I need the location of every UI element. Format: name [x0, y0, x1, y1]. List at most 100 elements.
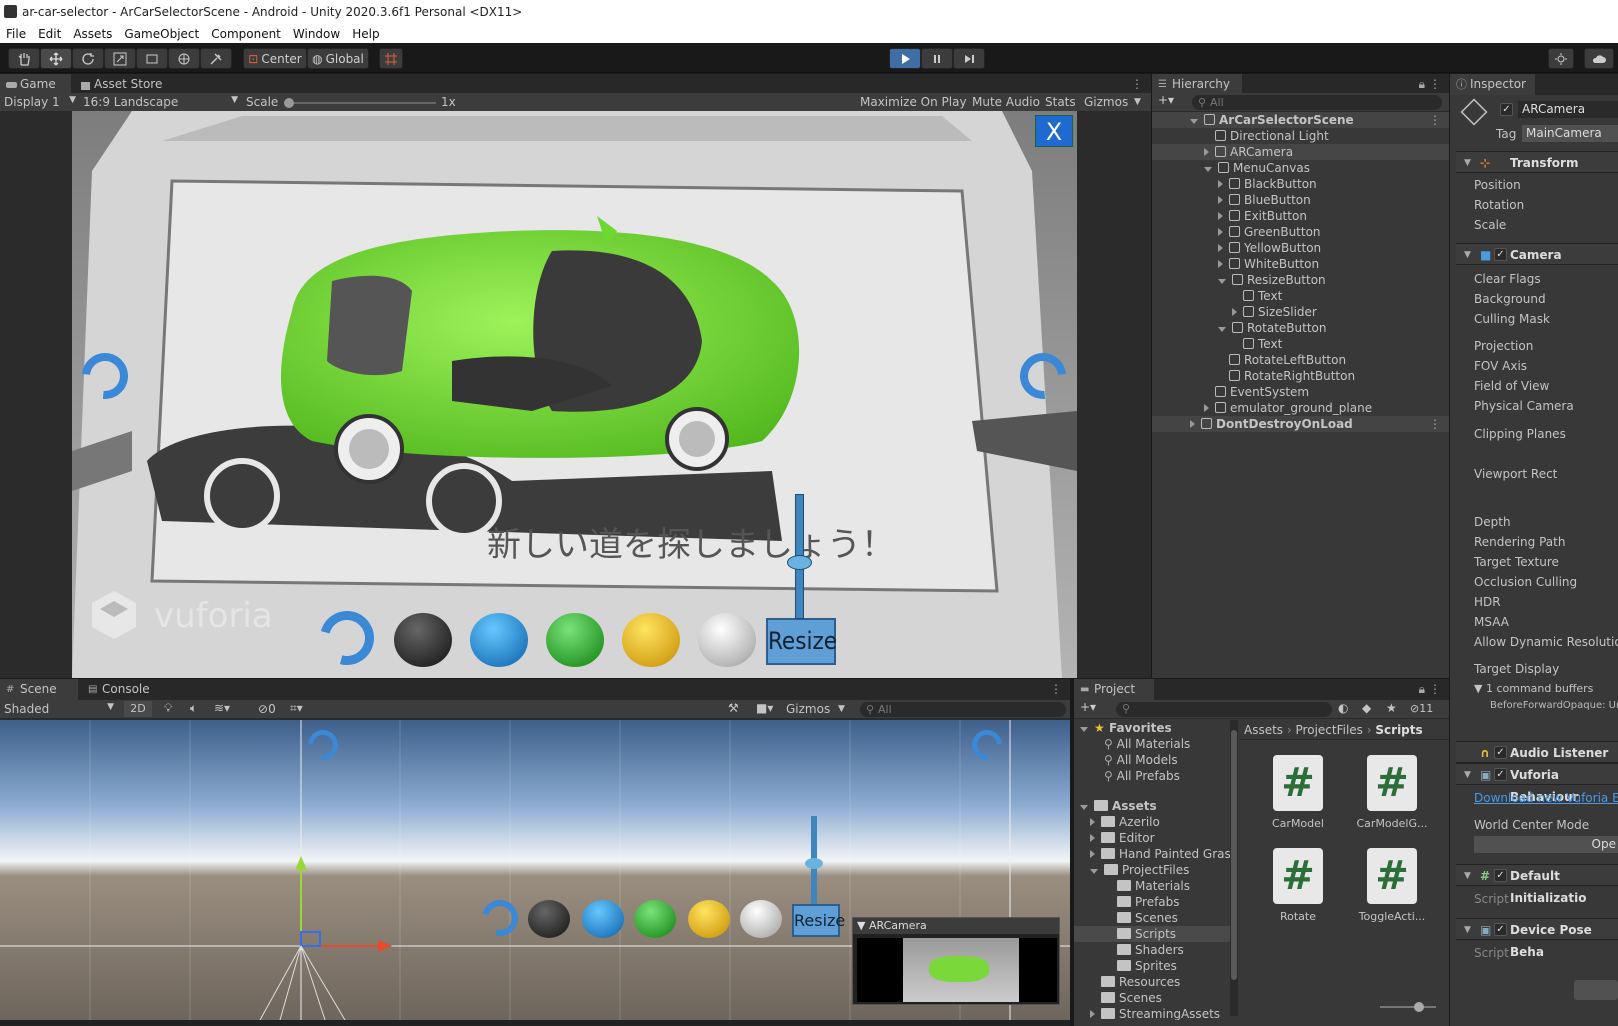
transform-tool-icon[interactable] [168, 48, 200, 69]
display-dropdown[interactable]: Display 1 ▼ [4, 95, 76, 109]
hierarchy-item[interactable]: RotateButton [1152, 320, 1449, 336]
white-color-button[interactable] [698, 613, 756, 667]
expand-arrow-down-icon[interactable] [1190, 119, 1198, 124]
asset-folder-item[interactable]: Editor [1074, 830, 1230, 846]
tab-scene[interactable]: # Scene [0, 679, 78, 700]
tag-dropdown[interactable]: MainCamera [1522, 125, 1618, 142]
black-color-button[interactable] [394, 613, 452, 667]
active-checkbox[interactable]: ✓ [1500, 103, 1513, 116]
add-component-button[interactable] [1574, 980, 1618, 1000]
expand-arrow-down-icon[interactable] [1204, 167, 1212, 172]
2d-toggle[interactable]: 2D [124, 701, 152, 717]
blue-color-button[interactable] [470, 613, 528, 667]
menu-file[interactable]: File [0, 27, 32, 41]
menu-component[interactable]: Component [205, 27, 287, 41]
expand-arrow-right-icon[interactable] [1090, 1010, 1095, 1018]
hierarchy-item[interactable]: ResizeButton [1152, 272, 1449, 288]
grid-snap-icon[interactable] [379, 48, 403, 69]
hierarchy-item[interactable]: ARCamera [1152, 144, 1449, 160]
file-toggleactive[interactable]: ToggleActi... [1344, 910, 1440, 923]
scene-view-viewport[interactable]: Resize ▼ ARCamera [0, 720, 1070, 1020]
tab-console[interactable]: ▤ Console [82, 679, 167, 700]
audio-icon[interactable]: 🔈︎ [190, 701, 197, 716]
maximize-on-play-toggle[interactable]: Maximize On Play [860, 95, 967, 109]
gizmos-dropdown-icon[interactable]: ▼ [1134, 97, 1141, 107]
tab-hierarchy[interactable]: ☰ Hierarchy [1152, 74, 1242, 95]
asset-folder-item[interactable]: Shaders [1074, 942, 1230, 958]
menu-help[interactable]: Help [346, 27, 385, 41]
hierarchy-item[interactable]: EventSystem [1152, 384, 1449, 400]
script-file-icon[interactable]: # [1273, 755, 1323, 811]
hidden-objects-toggle[interactable]: ⊘0 [258, 702, 276, 716]
asset-folder-item[interactable]: Scripts [1074, 926, 1230, 942]
green-color-button[interactable] [546, 613, 604, 667]
menu-assets[interactable]: Assets [67, 27, 118, 41]
size-slider-handle[interactable] [787, 555, 812, 570]
script-file-icon[interactable]: # [1367, 755, 1417, 811]
device-pose-checkbox[interactable]: ✓ [1494, 923, 1507, 936]
audio-listener-checkbox[interactable]: ✓ [1494, 746, 1507, 759]
hand-tool-icon[interactable] [8, 48, 40, 69]
expand-arrow-down-icon[interactable] [1218, 327, 1226, 332]
breadcrumb-projectfiles[interactable]: ProjectFiles [1296, 723, 1363, 737]
vuforia-download-link[interactable]: Download new Vuforia En [1474, 791, 1618, 805]
expand-arrow-right-icon[interactable] [1218, 212, 1223, 220]
hierarchy-item[interactable]: emulator_ground_plane [1152, 400, 1449, 416]
favorite-star-icon[interactable]: ★ [1386, 701, 1397, 715]
breadcrumb-scripts[interactable]: Scripts [1375, 723, 1422, 737]
hierarchy-item[interactable]: BlackButton [1152, 176, 1449, 192]
asset-folder-item[interactable]: ProjectFiles [1074, 862, 1230, 878]
scene-gizmos-toggle[interactable]: Gizmos [786, 702, 830, 716]
tools-icon[interactable]: ⚒︎ [728, 701, 739, 715]
expand-arrow-right-icon[interactable] [1232, 308, 1237, 316]
expand-arrow-right-icon[interactable] [1204, 404, 1209, 412]
hierarchy-item[interactable]: MenuCanvas [1152, 160, 1449, 176]
tab-inspector[interactable]: ⓘ Inspector [1450, 74, 1535, 95]
expand-arrow-right-icon[interactable] [1090, 818, 1095, 826]
lock-icon[interactable]: 🔒︎ [1419, 682, 1425, 697]
lighting-icon[interactable]: 💡︎ [164, 701, 172, 716]
kebab-menu-icon[interactable]: ⋮ [1429, 112, 1441, 128]
transform-component-header[interactable]: ▼ ⊹ Transform [1456, 151, 1618, 173]
project-search-input[interactable]: ⚲ [1116, 702, 1332, 717]
hierarchy-item[interactable]: Directional Light [1152, 128, 1449, 144]
file-carmodel[interactable]: CarModel [1250, 817, 1346, 830]
menu-window[interactable]: Window [287, 27, 346, 41]
create-icon[interactable]: +▾ [1080, 700, 1096, 714]
favorite-item[interactable]: ⚲ All Materials [1104, 736, 1190, 752]
rotate-tool-icon[interactable] [72, 48, 104, 69]
asset-folder-item[interactable]: Hand Painted Gras [1074, 846, 1230, 862]
menu-edit[interactable]: Edit [32, 27, 67, 41]
kebab-menu-icon[interactable]: ⋮ [1050, 682, 1062, 696]
tab-asset-store[interactable]: Asset Store [74, 74, 174, 95]
lock-icon[interactable]: 🔒︎ [1419, 77, 1425, 92]
resize-button[interactable]: Resize [766, 618, 837, 665]
game-view-render[interactable]: 新しい道を探しましょう！ vuforia X Resize [72, 111, 1077, 678]
filter-label-icon[interactable]: ◆ [1362, 701, 1371, 715]
device-pose-header[interactable]: ▼ ▣ ✓ Device Pose Beha [1456, 918, 1618, 959]
hierarchy-item[interactable]: RotateRightButton [1152, 368, 1449, 384]
expand-arrow-right-icon[interactable] [1218, 260, 1223, 268]
effects-icon[interactable]: ≋▾ [214, 701, 230, 715]
file-rotate[interactable]: Rotate [1250, 910, 1346, 923]
script-file-icon[interactable]: # [1367, 848, 1417, 904]
kebab-menu-icon[interactable]: ⋮ [1429, 416, 1441, 432]
expand-arrow-right-icon[interactable] [1218, 196, 1223, 204]
gizmos-toggle[interactable]: Gizmos [1084, 95, 1128, 109]
play-button[interactable] [889, 48, 921, 69]
gizmos-dropdown-icon[interactable]: ▼ [838, 704, 845, 714]
breadcrumb-assets[interactable]: Assets [1244, 723, 1283, 737]
script-file-icon[interactable]: # [1273, 848, 1323, 904]
asset-folder-item[interactable]: Prefabs [1074, 894, 1230, 910]
yellow-color-button[interactable] [622, 613, 680, 667]
hierarchy-item[interactable]: GreenButton [1152, 224, 1449, 240]
hierarchy-item[interactable]: ExitButton [1152, 208, 1449, 224]
vuforia-checkbox[interactable]: ✓ [1494, 768, 1507, 781]
services-icon[interactable] [1548, 48, 1574, 69]
hierarchy-item[interactable]: Text [1152, 288, 1449, 304]
hierarchy-item[interactable]: Text [1152, 336, 1449, 352]
scene-search-input[interactable]: ⚲ All [860, 702, 1066, 717]
filter-type-icon[interactable]: ◐ [1338, 701, 1348, 715]
tab-project[interactable]: ▬ Project [1074, 679, 1154, 700]
expand-arrow-right-icon[interactable] [1218, 180, 1223, 188]
